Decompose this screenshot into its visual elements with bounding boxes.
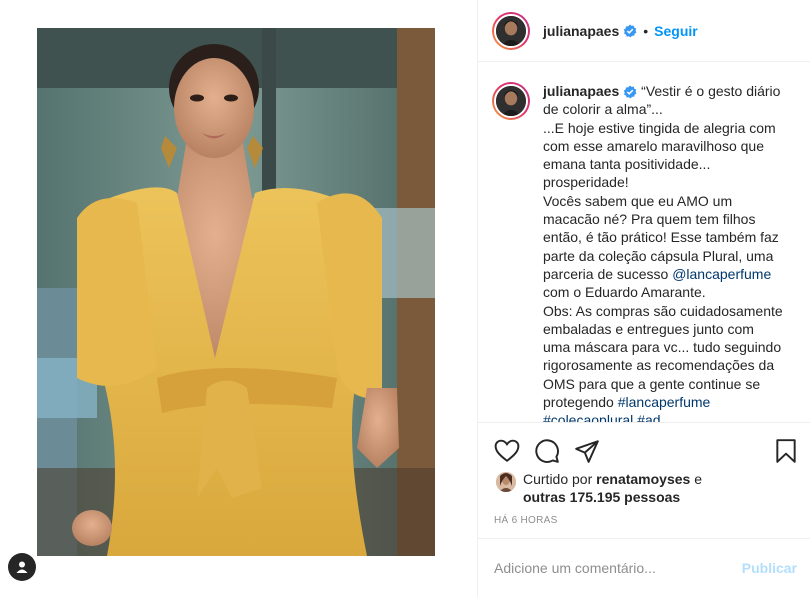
heart-icon [494, 439, 520, 462]
liked-by-prefix: Curtido por [523, 471, 593, 487]
share-button[interactable] [574, 438, 600, 464]
hashtag-link[interactable]: #lancaperfume [618, 394, 711, 410]
post-header: julianapaes • Seguir [478, 0, 810, 62]
verified-badge-icon [624, 24, 637, 37]
caption-line: julianapaes “Vestir é o gesto diário [543, 82, 797, 100]
caption-line: ...E hoje estive tingida de alegria com [543, 119, 776, 136]
caption-line: protegendo #lancaperfume [543, 393, 797, 411]
caption-comment: julianapaes “Vestir é o gesto diário de … [492, 82, 797, 422]
profile-photo-icon [496, 86, 526, 116]
likes-text: Curtido por renatamoyses e outras 175.19… [523, 470, 702, 506]
caption-line-text: “Vestir é o gesto diário [641, 83, 781, 99]
comment-icon [535, 438, 559, 463]
caption-text: julianapaes “Vestir é o gesto diário de … [543, 82, 797, 422]
caption-line: Obs: As compras são cuidadosamente [543, 302, 783, 319]
comment-button[interactable] [534, 438, 560, 464]
profile-photo-icon [496, 15, 526, 46]
caption-avatar[interactable] [492, 82, 530, 120]
user-tag-icon [16, 561, 28, 573]
save-button[interactable] [773, 438, 799, 464]
caption-line: parceria de sucesso @lancaperfume [543, 265, 797, 283]
liked-by-conjunction: e [694, 471, 703, 487]
caption-avatar-image [494, 84, 528, 118]
publish-button[interactable]: Publicar [742, 560, 797, 576]
post-side-panel: julianapaes • Seguir julianapaes “Vestir… [477, 0, 810, 597]
liker-avatar[interactable] [496, 472, 516, 492]
bookmark-icon [776, 439, 796, 463]
like-button[interactable] [494, 438, 520, 464]
likes-count-link[interactable]: outras 175.195 pessoas [523, 489, 680, 505]
profile-avatar-image [494, 13, 528, 48]
post-photo[interactable] [37, 28, 435, 556]
liker-username[interactable]: renatamoyses [596, 471, 690, 487]
post-username[interactable]: julianapaes [543, 23, 619, 39]
caption-line-text: protegendo [543, 394, 614, 411]
caption-line: de colorir a alma”... [543, 101, 663, 118]
follow-button[interactable]: Seguir [654, 23, 698, 39]
caption-line: OMS para que a gente continue se [543, 375, 761, 392]
header-separator: • [643, 22, 649, 39]
post-photo-graphic [37, 28, 435, 556]
caption-line: parte da coleção cápsula Plural, uma [543, 247, 774, 264]
caption-line: Vocês sabem que eu AMO um [543, 192, 733, 209]
comment-input[interactable] [494, 560, 742, 576]
verified-badge-icon [624, 85, 637, 99]
caption-line-text: parceria de sucesso [543, 265, 669, 282]
caption-username[interactable]: julianapaes [543, 83, 619, 99]
caption-line: macacão né? Pra quem tem filhos [543, 211, 756, 228]
hashtag-link[interactable]: #colecaoplural #ad [543, 411, 797, 422]
profile-avatar[interactable] [492, 11, 530, 50]
caption-section: julianapaes “Vestir é o gesto diário de … [478, 62, 810, 422]
user-tag-button[interactable] [8, 553, 36, 581]
caption-line: com esse amarelo maravilhoso que [543, 137, 764, 154]
likes-summary: Curtido por renatamoyses e outras 175.19… [496, 470, 796, 506]
caption-line: então, é tão prático! Esse também faz [543, 229, 779, 246]
caption-line: prosperidade! [543, 174, 629, 191]
caption-line: com o Eduardo Amarante. [543, 284, 706, 301]
mention-link[interactable]: @lancaperfume [672, 266, 771, 282]
caption-line: emana tanta positividade... [543, 156, 711, 173]
liker-photo-icon [496, 472, 516, 492]
comment-form: Publicar [478, 538, 810, 597]
caption-line: rigorosamente as recomendações da [543, 357, 775, 374]
media-column [0, 0, 477, 597]
share-icon [575, 439, 599, 463]
caption-line: uma máscara para vc... tudo seguindo [543, 339, 782, 356]
post-timestamp[interactable]: HÁ 6 HORAS [494, 515, 558, 526]
caption-line: embaladas e entregues junto com [543, 320, 754, 337]
